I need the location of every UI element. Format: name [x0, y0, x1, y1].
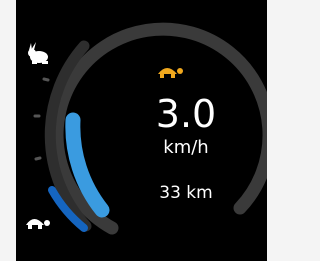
distance-readout: 33 km [159, 183, 213, 203]
speed-value: 3.0 [155, 92, 217, 136]
turtle-icon [26, 219, 50, 229]
tick-mark [42, 77, 50, 82]
tick-mark [34, 156, 42, 161]
rabbit-icon [28, 42, 48, 64]
speedometer-screen: 3.0 km/h 33 km [16, 0, 267, 261]
eco-mode-icon [158, 68, 183, 78]
speed-unit: km/h [163, 137, 209, 158]
